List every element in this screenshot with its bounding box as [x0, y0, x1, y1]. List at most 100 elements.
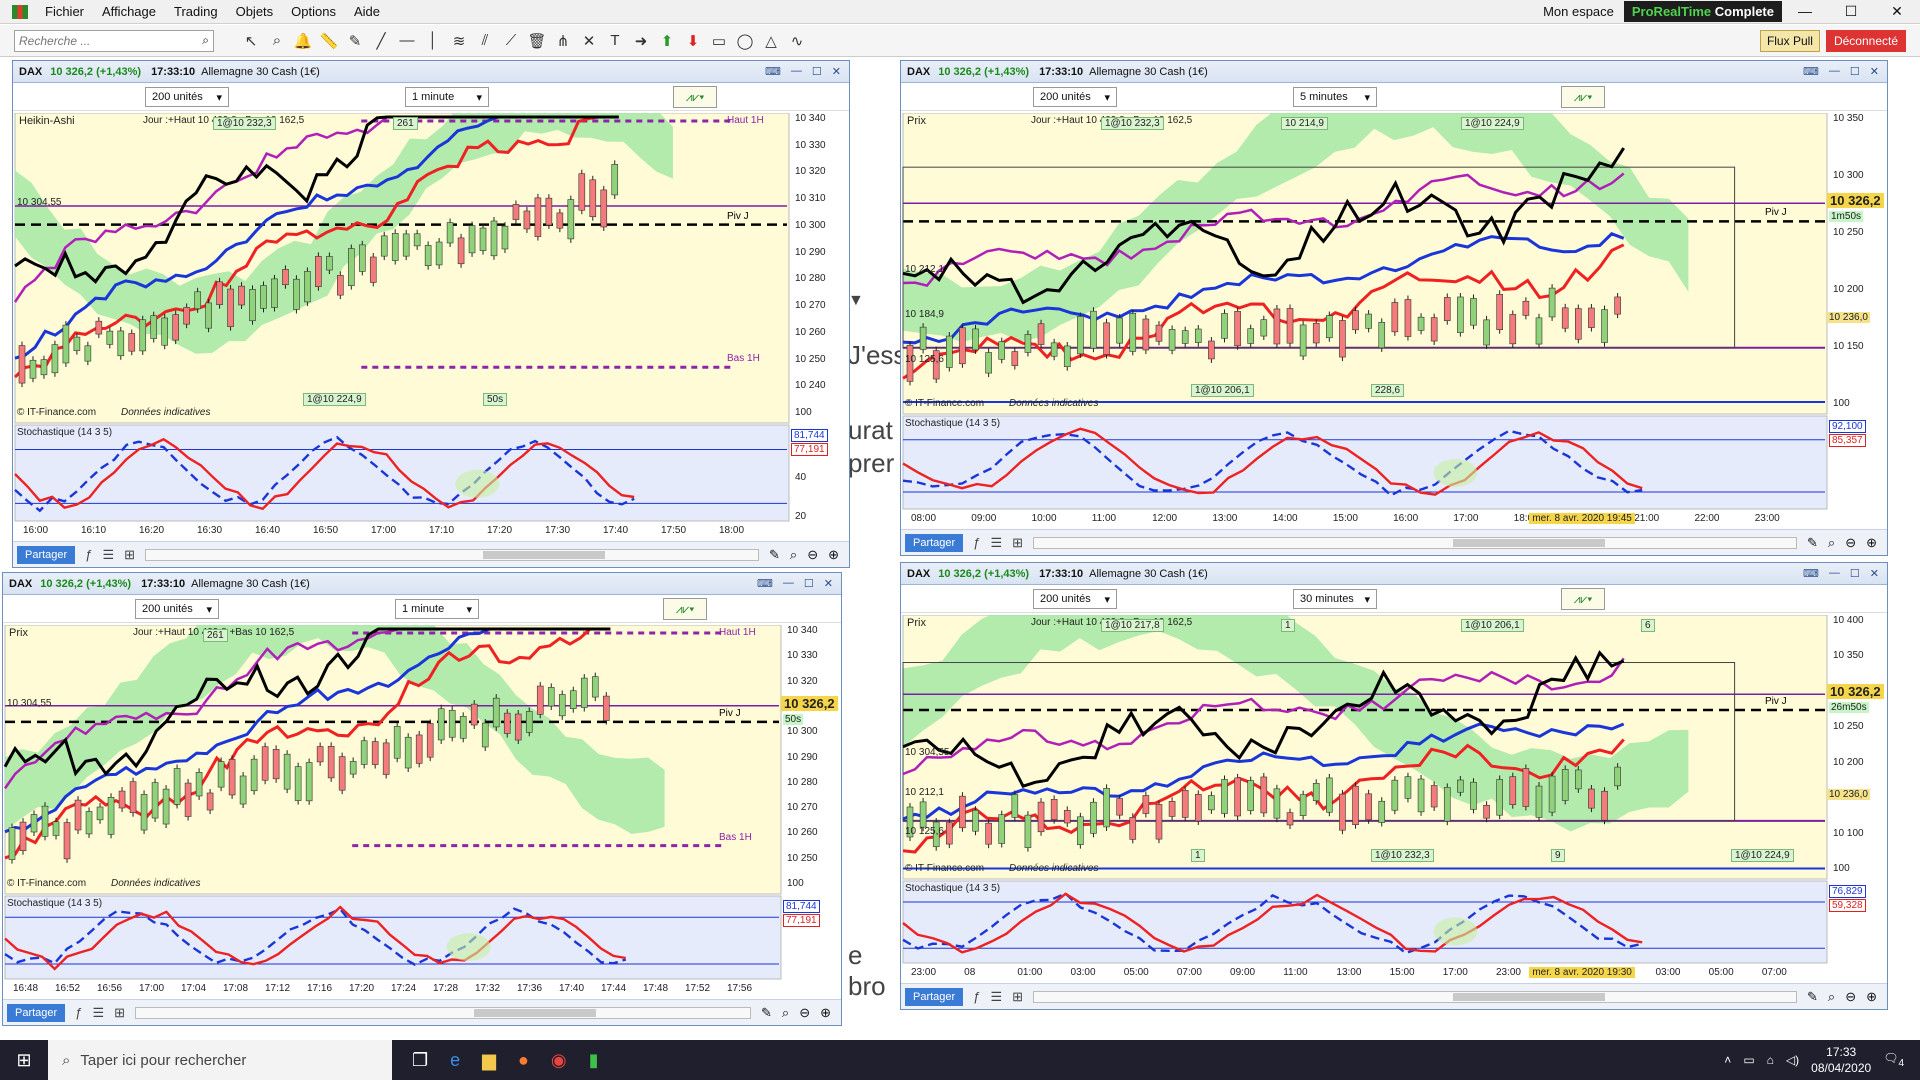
keyboard-icon[interactable]: ⌨ [757, 577, 773, 590]
line-icon[interactable]: ╱ [368, 29, 394, 53]
close-icon[interactable]: ✕ [1874, 3, 1920, 20]
battery-icon[interactable]: ▭ [1743, 1053, 1754, 1067]
properties-icon[interactable]: ☰ [990, 989, 1002, 1005]
units-dropdown[interactable]: 200 unités [135, 599, 219, 619]
share-button[interactable]: Partager [905, 987, 964, 1006]
zoom-out-icon[interactable]: ⊖ [1845, 989, 1856, 1005]
share-button[interactable]: Partager [7, 1003, 66, 1022]
vertical-line-icon[interactable]: │ [420, 29, 446, 53]
zoom-in-icon[interactable]: ⊕ [1866, 989, 1877, 1005]
fibonacci-icon[interactable]: ≋ [446, 29, 472, 53]
minimize-icon[interactable]: — [1782, 3, 1828, 20]
draw-icon[interactable]: ✎ [1807, 535, 1818, 551]
menu-options[interactable]: Options [282, 4, 345, 19]
zoom-in-icon[interactable]: ⊕ [820, 1005, 831, 1021]
time-scrollbar[interactable] [145, 548, 759, 561]
indicator-icon[interactable]: ƒ [973, 989, 980, 1004]
menu-trading[interactable]: Trading [165, 4, 227, 19]
minimize-icon[interactable]: — [783, 577, 794, 590]
time-scrollbar[interactable] [1033, 536, 1797, 549]
fan-icon[interactable]: ⟋ [498, 29, 524, 53]
maximize-icon[interactable]: ☐ [1850, 65, 1860, 78]
prorealtime-icon[interactable]: ▮ [589, 1050, 599, 1071]
symbol-label[interactable]: DAX [907, 568, 930, 580]
clock[interactable]: 17:33 08/04/2020 [1811, 1044, 1871, 1076]
chrome-icon[interactable]: ◉ [551, 1050, 567, 1071]
mon-espace-link[interactable]: Mon espace [1533, 4, 1624, 19]
symbol-label[interactable]: DAX [907, 66, 930, 78]
indicator-icon[interactable]: ƒ [973, 535, 980, 550]
scroll-thumb[interactable] [1453, 992, 1606, 1001]
arrow-down-icon[interactable]: ⬇ [680, 29, 706, 53]
tray-chevron-icon[interactable]: ˄ [1724, 1053, 1731, 1067]
indicator-icon[interactable]: ƒ [85, 547, 92, 562]
zoom-in-icon[interactable]: ⊕ [1866, 535, 1877, 551]
scroll-thumb[interactable] [1453, 538, 1606, 547]
price-chart[interactable] [3, 625, 841, 999]
minimize-icon[interactable]: — [1829, 567, 1840, 580]
units-dropdown[interactable]: 200 unités [1033, 87, 1117, 107]
interval-dropdown[interactable]: 5 minutes [1293, 87, 1377, 107]
network-icon[interactable]: ⌂ [1767, 1053, 1774, 1067]
share-button[interactable]: Partager [17, 545, 76, 564]
alert-bell-icon[interactable]: 🔔 [290, 29, 316, 53]
price-chart[interactable] [901, 113, 1887, 529]
price-chart[interactable] [13, 113, 849, 541]
zoom-icon[interactable]: ⌕ [264, 29, 290, 53]
share-button[interactable]: Partager [905, 533, 964, 552]
search-input[interactable] [19, 33, 203, 48]
close-icon[interactable]: ✕ [832, 65, 841, 78]
maximize-icon[interactable]: ☐ [812, 65, 822, 78]
pencil-icon[interactable]: ✎ [342, 29, 368, 53]
close-icon[interactable]: ✕ [1870, 567, 1879, 580]
arrow-up-icon[interactable]: ⬆ [654, 29, 680, 53]
rectangle-icon[interactable]: ▭ [706, 29, 732, 53]
task-view-icon[interactable]: ❐ [412, 1050, 428, 1071]
zoom-out-icon[interactable]: ⊖ [807, 547, 818, 563]
ruler-icon[interactable]: 📏 [316, 29, 342, 53]
wave-icon[interactable]: ∿ [784, 29, 810, 53]
trading-icon[interactable]: ⊞ [114, 1005, 125, 1021]
horizontal-line-icon[interactable]: — [394, 29, 420, 53]
text-icon[interactable]: T [602, 29, 628, 53]
properties-icon[interactable]: ☰ [102, 547, 114, 563]
zoom-auto-icon[interactable]: ⌕ [1828, 989, 1835, 1005]
maximize-icon[interactable]: ☐ [1828, 3, 1874, 20]
symbol-label[interactable]: DAX [9, 578, 32, 590]
deconnecte-button[interactable]: Déconnecté [1825, 29, 1906, 52]
time-scrollbar[interactable] [135, 1006, 751, 1019]
trash-icon[interactable]: 🗑 [524, 29, 550, 53]
menu-objets[interactable]: Objets [227, 4, 283, 19]
minimize-icon[interactable]: — [791, 65, 802, 78]
trading-icon[interactable]: ⊞ [1012, 989, 1023, 1005]
zoom-out-icon[interactable]: ⊖ [1845, 535, 1856, 551]
cursor-icon[interactable]: ↖ [238, 29, 264, 53]
taskbar-search[interactable]: ⌕ Taper ici pour rechercher [48, 1040, 392, 1080]
scroll-thumb[interactable] [473, 1008, 597, 1017]
ellipse-icon[interactable]: ◯ [732, 29, 758, 53]
properties-icon[interactable]: ☰ [990, 535, 1002, 551]
file-explorer-icon[interactable]: ▆ [482, 1050, 496, 1071]
notification-icon[interactable]: 🗨4 [1883, 1051, 1904, 1068]
units-dropdown[interactable]: 200 unités [145, 87, 229, 107]
price-chart[interactable] [901, 615, 1887, 983]
close-icon[interactable]: ✕ [1870, 65, 1879, 78]
keyboard-icon[interactable]: ⌨ [1803, 567, 1819, 580]
arrow-right-icon[interactable]: ➜ [628, 29, 654, 53]
zoom-in-icon[interactable]: ⊕ [828, 547, 839, 563]
channel-icon[interactable]: ⫽ [472, 29, 498, 53]
zoom-auto-icon[interactable]: ⌕ [790, 547, 797, 563]
windows-start-icon[interactable]: ⊞ [0, 1050, 48, 1071]
maximize-icon[interactable]: ☐ [1850, 567, 1860, 580]
zoom-out-icon[interactable]: ⊖ [799, 1005, 810, 1021]
time-scrollbar[interactable] [1033, 990, 1797, 1003]
units-dropdown[interactable]: 200 unités [1033, 589, 1117, 609]
keyboard-icon[interactable]: ⌨ [1803, 65, 1819, 78]
chart-type-icon[interactable]: ⩘⩗▾ [663, 598, 707, 620]
minimize-icon[interactable]: — [1829, 65, 1840, 78]
zoom-auto-icon[interactable]: ⌕ [782, 1005, 789, 1021]
trading-icon[interactable]: ⊞ [1012, 535, 1023, 551]
zoom-auto-icon[interactable]: ⌕ [1828, 535, 1835, 551]
chart-type-icon[interactable]: ⩘⩗▾ [1561, 86, 1605, 108]
draw-icon[interactable]: ✎ [769, 547, 780, 563]
